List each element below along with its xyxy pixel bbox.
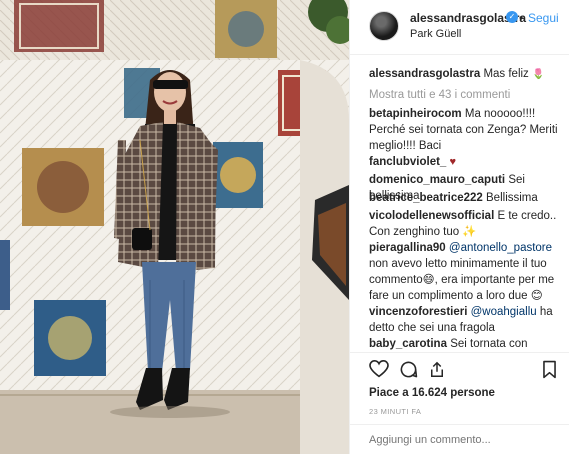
view-all-comments-link[interactable]: Mostra tutti e 43 i commenti xyxy=(369,89,510,101)
share-icon[interactable] xyxy=(428,360,446,379)
tulip-emoji: 🌷 xyxy=(532,69,545,80)
comment-item: beatrice_beatrice222 Bellissima xyxy=(369,190,564,206)
comment-item: betapinheirocom Ma nooooo!!!! Perché sei… xyxy=(369,106,564,154)
action-bar xyxy=(350,352,569,382)
comments-section: alessandrasgolastra Mas feliz 🌷 Mostra t… xyxy=(350,54,569,353)
bookmark-icon[interactable] xyxy=(542,360,557,379)
comment-item: fanclubviolet_ ♥ xyxy=(369,154,564,170)
post-caption: alessandrasgolastra Mas feliz 🌷 xyxy=(369,66,564,83)
post-header: alessandrasgolastra ✓ • Segui Park Güell xyxy=(350,0,569,55)
heart-emoji: ♥ xyxy=(449,156,457,168)
add-comment-bar xyxy=(350,424,569,455)
instagram-post: alessandrasgolastra ✓ • Segui Park Güell… xyxy=(0,0,569,454)
caption-username[interactable]: alessandrasgolastra xyxy=(369,68,480,80)
likes-count[interactable]: Piace a 16.624 persone xyxy=(369,387,495,399)
comment-username[interactable]: vincenzoforestieri xyxy=(369,306,467,318)
comment-username[interactable]: betapinheirocom xyxy=(369,108,462,120)
post-photo[interactable] xyxy=(0,0,349,454)
comment-text: non avevo letto minimamente il tuo comme… xyxy=(369,258,555,302)
verified-badge-icon: ✓ xyxy=(506,11,518,23)
comment-username[interactable]: baby_carotina xyxy=(369,338,447,350)
comment-username[interactable]: domenico_mauro_caputi xyxy=(369,174,505,186)
caption-text: Mas feliz xyxy=(483,68,529,80)
comment-username[interactable]: vicolodellenewsofficial xyxy=(369,210,494,222)
sparkle-emoji: ✨ xyxy=(462,226,477,238)
comment-mention[interactable]: @woahgiallu xyxy=(471,306,537,318)
smile-emoji: 😊 xyxy=(530,290,543,302)
comment-item: pieragallina90 @antonello_pastore non av… xyxy=(369,240,564,304)
comment-username[interactable]: beatrice_beatrice222 xyxy=(369,192,483,204)
add-comment-input[interactable] xyxy=(367,430,561,450)
comment-text: Sei tornata con xyxy=(450,338,528,350)
comment-username[interactable]: pieragallina90 xyxy=(369,242,446,254)
post-timestamp[interactable]: 23 MINUTI FA xyxy=(369,407,421,416)
comment-item: vincenzoforestieri @woahgiallu ha detto … xyxy=(369,304,564,336)
follow-separator: • xyxy=(519,11,524,25)
post-sidebar: alessandrasgolastra ✓ • Segui Park Güell… xyxy=(349,0,569,454)
location-link[interactable]: Park Güell xyxy=(410,28,461,40)
profile-avatar[interactable] xyxy=(369,11,399,41)
comment-item: vicolodellenewsofficial E te credo.. Con… xyxy=(369,208,564,240)
follow-button[interactable]: Segui xyxy=(528,11,559,25)
photo-illustration xyxy=(0,0,349,454)
comment-mention[interactable]: @antonello_pastore xyxy=(449,242,552,254)
comment-username[interactable]: fanclubviolet_ xyxy=(369,156,446,168)
comment-item: baby_carotina Sei tornata con xyxy=(369,336,564,352)
heart-icon[interactable] xyxy=(369,360,389,378)
comment-icon[interactable] xyxy=(399,360,418,379)
comment-text: Bellissima xyxy=(486,192,538,204)
